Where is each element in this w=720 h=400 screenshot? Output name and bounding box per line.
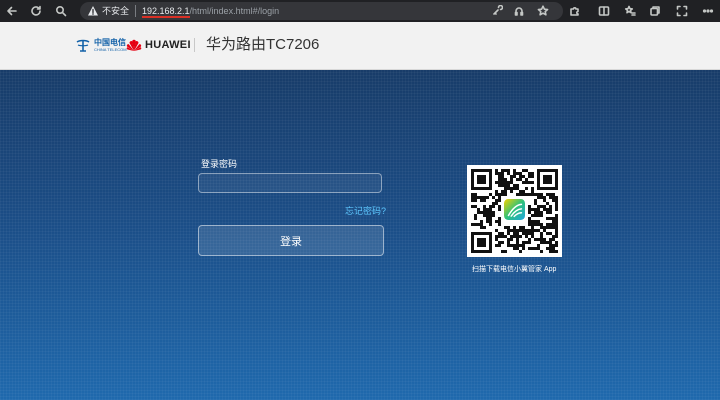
url-host: 192.168.2.1 xyxy=(142,6,190,18)
favorites-list-icon xyxy=(624,5,636,16)
page-header: 中国电信 CHINA TELECOM HUAWEI 华为路由TC7206 xyxy=(0,22,720,70)
browser-toolbar: 不安全 192.168.2.1/html/index.html#/login xyxy=(0,0,720,22)
qr-caption: 扫描下载电信小翼管家 App xyxy=(472,266,557,273)
header-divider xyxy=(194,38,195,52)
qr-finder-pattern xyxy=(537,169,558,190)
menu-button[interactable] xyxy=(701,4,715,18)
collections-icon xyxy=(650,6,660,16)
address-bar[interactable]: 不安全 192.168.2.1/html/index.html#/login xyxy=(80,2,563,20)
qr-finder-pattern xyxy=(471,232,492,253)
reload-icon xyxy=(31,5,41,16)
split-screen-button[interactable] xyxy=(597,4,611,18)
security-label[interactable]: 不安全 xyxy=(102,5,129,17)
url-path: /html/index.html#/login xyxy=(189,6,280,16)
huawei-name: HUAWEI xyxy=(145,39,191,51)
collections-button[interactable] xyxy=(648,4,662,18)
app-logo-icon xyxy=(502,197,527,222)
url-text[interactable]: 192.168.2.1/html/index.html#/login xyxy=(142,5,280,18)
more-dots-icon xyxy=(702,9,714,13)
screenshot-icon xyxy=(676,5,688,17)
page-title: 华为路由TC7206 xyxy=(206,36,320,53)
qr-code xyxy=(467,165,562,257)
china-telecom-logo-icon xyxy=(76,39,90,52)
telecom-name-cn: 中国电信 xyxy=(94,38,126,47)
read-aloud-icon[interactable] xyxy=(513,5,525,17)
back-button[interactable] xyxy=(4,3,20,19)
qr-finder-pattern xyxy=(471,169,492,190)
telecom-name-en: CHINA TELECOM xyxy=(94,47,127,52)
split-screen-icon xyxy=(598,6,610,16)
favorite-star-icon[interactable] xyxy=(537,5,549,17)
reload-button[interactable] xyxy=(28,3,44,19)
login-button[interactable]: 登录 xyxy=(198,225,384,256)
password-label: 登录密码 xyxy=(201,159,238,169)
puzzle-icon xyxy=(570,7,579,16)
search-button[interactable] xyxy=(53,3,69,19)
password-key-icon[interactable] xyxy=(491,5,503,17)
login-panel: 登录密码 忘记密码? 登录 扫描下载电信小翼管家 App xyxy=(0,70,720,400)
screenshot-button[interactable] xyxy=(675,4,689,18)
huawei-logo: HUAWEI xyxy=(126,36,191,54)
favorites-button[interactable] xyxy=(623,4,637,18)
china-telecom-logo: 中国电信 CHINA TELECOM xyxy=(75,36,127,54)
extensions-button[interactable] xyxy=(568,4,582,18)
search-icon xyxy=(55,5,67,17)
qr-code-image xyxy=(471,169,558,253)
huawei-flower-icon xyxy=(126,39,142,51)
forgot-password-link[interactable]: 忘记密码? xyxy=(345,204,386,217)
password-input[interactable] xyxy=(198,173,382,193)
warning-icon[interactable] xyxy=(87,5,99,17)
back-arrow-icon xyxy=(7,6,17,16)
address-divider xyxy=(135,5,136,17)
